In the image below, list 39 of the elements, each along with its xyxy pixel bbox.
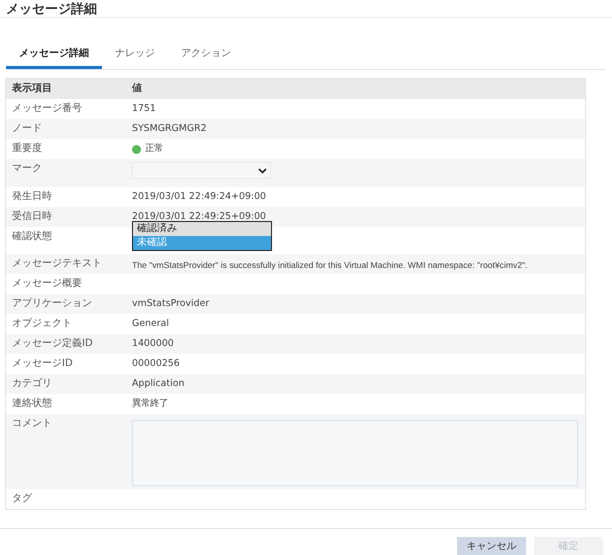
field-label: メッセージID [11, 357, 74, 370]
value-text: 2019/03/01 22:49:24+09:00 [132, 190, 267, 203]
field-label: 確認状態 [11, 230, 53, 243]
value-text: 00000256 [132, 357, 181, 370]
field-label: カテゴリ [11, 377, 53, 390]
field-label: 重要度 [11, 142, 43, 155]
tab[interactable]: メッセージ詳細 [6, 42, 102, 69]
cancel-button[interactable]: キャンセル [457, 537, 526, 555]
field-label: ノード [11, 122, 43, 135]
value-text: Application [132, 377, 186, 390]
field-label: 連絡状態 [11, 396, 53, 410]
value-text: 異常終了 [132, 397, 169, 410]
field-label: アプリケーション [11, 296, 93, 310]
field-label: オブジェクト [11, 316, 73, 330]
field-label: マーク [11, 162, 43, 175]
field-label: コメント [11, 417, 53, 430]
value-text: 2019/03/01 22:49:25+09:00 [132, 210, 267, 222]
comment-field[interactable] [132, 420, 578, 486]
column-header: 表示項目 [11, 82, 53, 95]
chevron-down-icon [258, 168, 267, 174]
value-text: SYSMGRGMGR2 [132, 122, 208, 135]
field-label: メッセージ定義ID [11, 336, 94, 350]
tab[interactable]: ナレッジ [102, 42, 168, 69]
value-text: The "vmStatsProvider" is successfully initialized for this Virtual Machine. WMI namespace: "root¥cimv2". [132, 259, 529, 271]
field-label: メッセージテキスト [11, 257, 103, 270]
value-text: General [132, 317, 170, 330]
tab[interactable]: アクション [168, 42, 244, 69]
field-label: メッセージ概要 [11, 276, 83, 290]
status-text: 正常 [145, 143, 163, 155]
window-title: メッセージ詳細 [0, 0, 612, 18]
value-text: vmStatsProvider [132, 297, 210, 310]
mark-select[interactable] [132, 162, 271, 179]
field-label: タグ [11, 492, 33, 505]
field-label: メッセージ番号 [11, 102, 83, 115]
value-text: 1751 [132, 102, 157, 115]
value-text: 1400000 [132, 337, 175, 350]
field-label: 発生日時 [11, 190, 53, 203]
column-header: 値 [132, 82, 143, 95]
field-label: 受信日時 [11, 210, 53, 223]
